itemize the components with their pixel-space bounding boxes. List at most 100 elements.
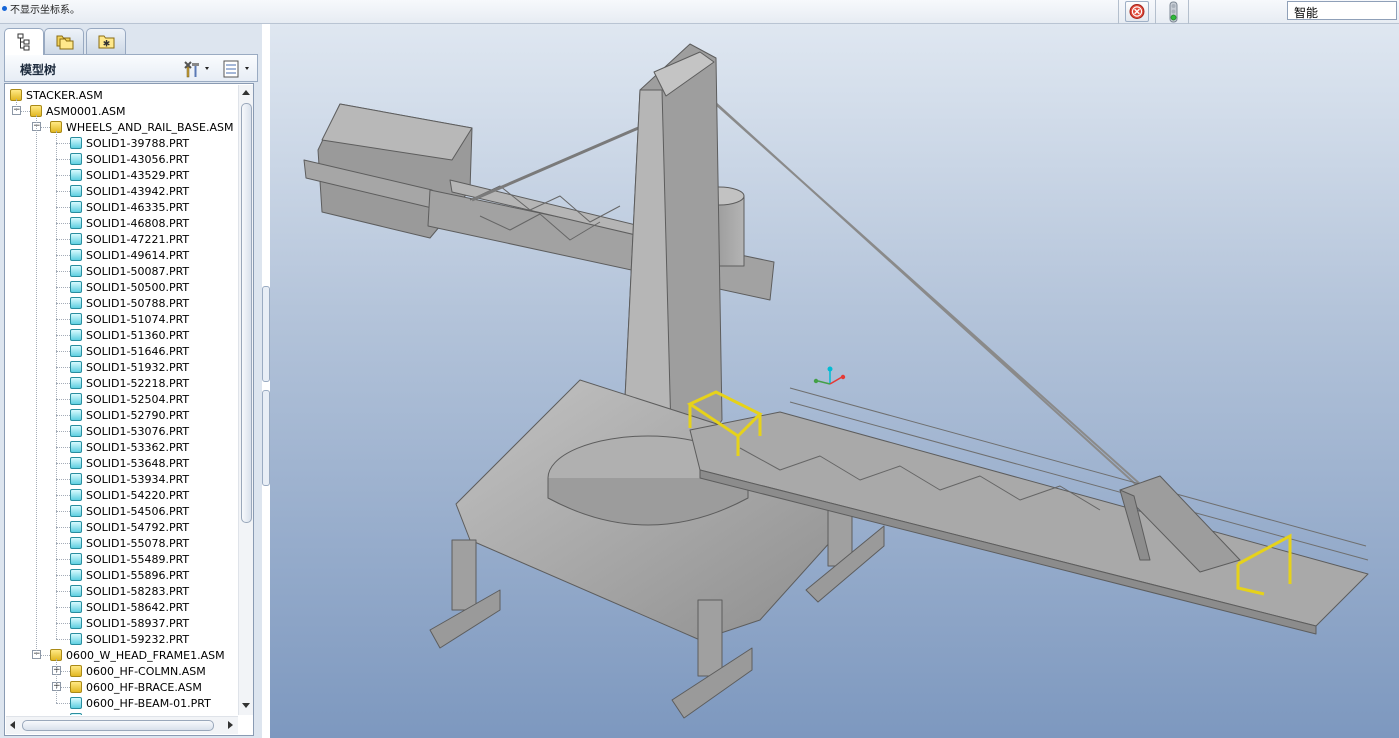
tree-guide-line	[56, 351, 70, 352]
tree-item-part[interactable]: SOLID1-47221.PRT	[70, 231, 189, 247]
tree-item-part[interactable]: SOLID1-54792.PRT	[70, 519, 189, 535]
tree-item-part[interactable]: SOLID1-52790.PRT	[70, 407, 189, 423]
tree-item-part[interactable]: SOLID1-54220.PRT	[70, 487, 189, 503]
tree-item-part[interactable]: SOLID1-51360.PRT	[70, 327, 189, 343]
part-icon	[70, 473, 82, 485]
tab-folder-browser[interactable]	[44, 28, 84, 54]
tree-item-part[interactable]: SOLID1-39788.PRT	[70, 135, 189, 151]
tree-item-label: SOLID1-39788.PRT	[86, 136, 190, 150]
part-icon	[70, 425, 82, 437]
tree-item-label: SOLID1-52504.PRT	[86, 392, 190, 406]
navigator-tabs: ✱	[0, 24, 262, 55]
tree-item-label: SOLID1-54220.PRT	[86, 488, 190, 502]
tab-model-tree[interactable]	[4, 28, 44, 55]
tree-item-part[interactable]: SOLID1-43529.PRT	[70, 167, 189, 183]
tree-item-label: SOLID1-43056.PRT	[86, 152, 190, 166]
tree-item-label: SOLID1-58283.PRT	[86, 584, 190, 598]
tree-guide-line	[56, 383, 70, 384]
part-icon	[70, 345, 82, 357]
part-icon	[70, 505, 82, 517]
scroll-thumb[interactable]	[241, 103, 252, 523]
tree-item-part[interactable]: 0600_HF-BEAM-01.PRT	[70, 695, 211, 711]
tree-settings-button[interactable]	[181, 58, 215, 80]
tree-item-assembly[interactable]: 0600_W_HEAD_FRAME1.ASM	[50, 647, 225, 663]
scroll-up-icon[interactable]	[242, 90, 250, 95]
tree-item-part[interactable]: SOLID1-50500.PRT	[70, 279, 189, 295]
tree-item-label: SOLID1-46335.PRT	[86, 200, 190, 214]
tree-item-part[interactable]: SOLID1-59232.PRT	[70, 631, 189, 647]
tree-item-part[interactable]: SOLID1-43056.PRT	[70, 151, 189, 167]
tree-item-assembly[interactable]: STACKER.ASM	[10, 87, 103, 103]
tree-guide-line	[56, 639, 70, 640]
tree-item-part[interactable]: SOLID1-52218.PRT	[70, 375, 189, 391]
scroll-right-icon[interactable]	[228, 721, 233, 729]
tree-guide-line	[56, 703, 70, 704]
tree-item-part[interactable]: SOLID1-58283.PRT	[70, 583, 189, 599]
navigator-resize-handle[interactable]	[262, 390, 270, 486]
stop-button[interactable]	[1125, 1, 1149, 22]
tree-item-part[interactable]: SOLID1-55078.PRT	[70, 535, 189, 551]
tree-item-part[interactable]: SOLID1-51932.PRT	[70, 359, 189, 375]
tree-item-part[interactable]: SOLID1-53648.PRT	[70, 455, 189, 471]
tree-item-part[interactable]: 0600_HF-BEAM-01.PRT	[70, 711, 211, 715]
tree-item-assembly[interactable]: ASM0001.ASM	[30, 103, 126, 119]
tab-favorites[interactable]: ✱	[86, 28, 126, 54]
tree-vertical-scrollbar[interactable]	[238, 85, 253, 715]
tree-guide-line	[56, 159, 70, 160]
tree-item-part[interactable]: SOLID1-51646.PRT	[70, 343, 189, 359]
tree-horizontal-scrollbar[interactable]	[6, 716, 238, 734]
coordinate-triad-icon	[813, 366, 846, 385]
tree-guide-line	[56, 591, 70, 592]
part-icon	[70, 153, 82, 165]
tree-guide-line	[56, 447, 70, 448]
part-icon	[70, 393, 82, 405]
graphics-window[interactable]	[270, 24, 1399, 738]
tree-guide-line	[56, 303, 70, 304]
tree-item-assembly[interactable]: 0600_HF-BRACE.ASM	[70, 679, 202, 695]
tree-item-label: SOLID1-47221.PRT	[86, 232, 190, 246]
tree-item-part[interactable]: SOLID1-53076.PRT	[70, 423, 189, 439]
scroll-thumb[interactable]	[22, 720, 214, 731]
tree-item-label: 0600_W_HEAD_FRAME1.ASM	[66, 648, 225, 662]
tree-item-part[interactable]: SOLID1-46808.PRT	[70, 215, 189, 231]
tree-item-assembly[interactable]: 0600_HF-COLMN.ASM	[70, 663, 206, 679]
assembly-icon	[70, 665, 82, 677]
tree-item-label: SOLID1-50087.PRT	[86, 264, 190, 278]
tree-item-part[interactable]: SOLID1-58642.PRT	[70, 599, 189, 615]
part-icon	[70, 329, 82, 341]
tree-item-part[interactable]: SOLID1-54506.PRT	[70, 503, 189, 519]
tree-item-part[interactable]: SOLID1-50087.PRT	[70, 263, 189, 279]
tree-item-part[interactable]: SOLID1-55489.PRT	[70, 551, 189, 567]
part-icon	[70, 489, 82, 501]
regeneration-status-button[interactable]	[1162, 1, 1184, 23]
stacker-3d-model[interactable]	[270, 24, 1399, 738]
scroll-down-icon[interactable]	[242, 703, 250, 708]
tree-item-part[interactable]: SOLID1-51074.PRT	[70, 311, 189, 327]
tree-item-part[interactable]: SOLID1-55896.PRT	[70, 567, 189, 583]
tree-settings-icon	[184, 61, 209, 78]
tree-guide-line	[56, 223, 70, 224]
tree-columns-button[interactable]	[221, 58, 255, 80]
tree-item-label: SOLID1-51360.PRT	[86, 328, 190, 342]
tree-item-part[interactable]: SOLID1-58937.PRT	[70, 615, 189, 631]
tree-item-part[interactable]: SOLID1-53362.PRT	[70, 439, 189, 455]
navigator-collapse-handle[interactable]	[262, 286, 270, 382]
model-tree-list: STACKER.ASM − ASM0001.ASM − WHEELS_AND_RAIL_…	[6, 85, 238, 715]
tree-item-part[interactable]: SOLID1-52504.PRT	[70, 391, 189, 407]
tree-item-label: SOLID1-43942.PRT	[86, 184, 190, 198]
tree-item-part[interactable]: SOLID1-49614.PRT	[70, 247, 189, 263]
tree-guide-line	[56, 143, 70, 144]
tree-item-label: SOLID1-53934.PRT	[86, 472, 190, 486]
tree-item-assembly[interactable]: WHEELS_AND_RAIL_BASE.ASM	[50, 119, 233, 135]
tree-item-part[interactable]: SOLID1-53934.PRT	[70, 471, 189, 487]
tree-guide-line	[56, 543, 70, 544]
selection-filter-dropdown[interactable]: 智能	[1287, 1, 1397, 20]
tree-item-part[interactable]: SOLID1-46335.PRT	[70, 199, 189, 215]
tree-item-part[interactable]: SOLID1-43942.PRT	[70, 183, 189, 199]
divider	[1155, 0, 1156, 24]
model-tree-tab-icon	[17, 33, 30, 51]
tree-item-part[interactable]: SOLID1-50788.PRT	[70, 295, 189, 311]
tree-item-label: SOLID1-59232.PRT	[86, 632, 190, 646]
scroll-left-icon[interactable]	[10, 721, 15, 729]
part-icon	[70, 697, 82, 709]
